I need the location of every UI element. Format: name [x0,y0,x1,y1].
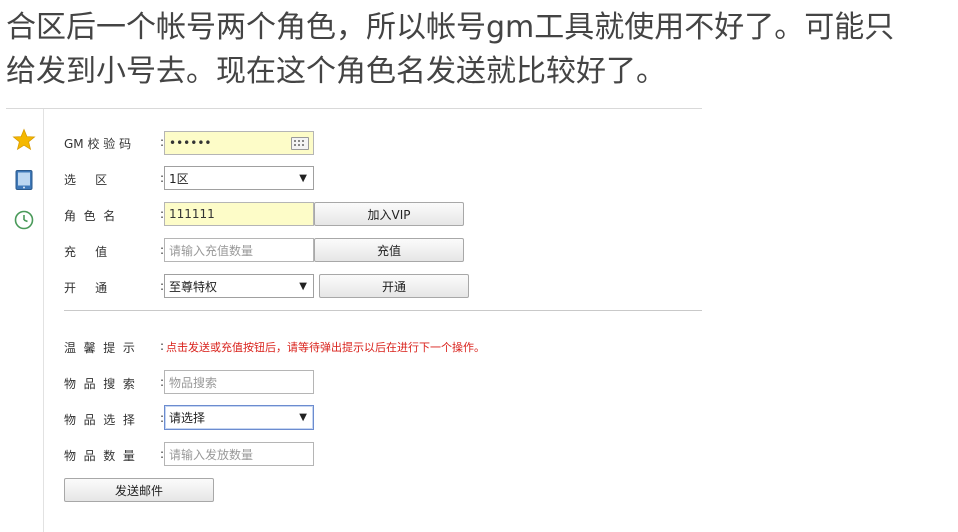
add-vip-button[interactable]: 加入VIP [314,202,464,226]
clock-icon[interactable] [12,208,36,232]
chevron-down-icon: ▼ [299,280,307,292]
open-label: 开 通 [64,281,108,295]
gm-code-input[interactable]: •••••• [164,131,314,155]
zone-selected: 1区 [169,171,189,186]
privilege-selected: 至尊特权 [169,279,218,294]
intro-line-2: 给发到小号去。现在这个角色名发送就比较好了。 [6,54,666,89]
privilege-select[interactable]: 至尊特权 ▼ [164,274,314,298]
item-select-selected: 请选择 [169,411,206,425]
star-icon[interactable] [12,128,36,152]
chevron-down-icon: ▼ [299,412,307,423]
item-quantity-placeholder: 请输入发放数量 [169,447,254,462]
role-label: 角 色 名 [64,209,116,223]
role-name-value: 111111 [169,207,215,221]
role-name-input[interactable]: 111111 [164,202,314,226]
recharge-button[interactable]: 充值 [314,238,464,262]
sidebar-divider [43,109,44,532]
item-quantity-input[interactable]: 请输入发放数量 [164,442,314,466]
section-divider [64,310,702,311]
item-search-label: 物 品 搜 索 [64,377,135,391]
item-search-input[interactable]: 物品搜索 [164,370,314,394]
item-select-label: 物 品 选 择 [64,413,135,427]
keyboard-icon[interactable] [291,137,309,150]
top-divider [6,108,702,109]
item-select[interactable]: 请选择 ▼ [164,405,314,430]
zone-label: 选 区 [64,173,108,187]
tablet-icon[interactable] [12,168,36,192]
send-mail-button[interactable]: 发送邮件 [64,478,214,502]
recharge-placeholder: 请输入充值数量 [169,243,254,258]
recharge-input[interactable]: 请输入充值数量 [164,238,314,262]
item-quantity-label: 物 品 数 量 [64,449,135,463]
item-search-placeholder: 物品搜索 [169,375,218,390]
intro-text: 合区后一个帐号两个角色，所以帐号gm工具就使用不好了。可能只 给发到小号去。现在… [6,6,956,94]
recharge-label: 充 值 [64,245,108,259]
tip-text: 点击发送或充值按钮后，请等待弹出提示以后在进行下一个操作。 [166,341,485,354]
gm-code-label: GM 校 验 码 [64,137,132,151]
colon: : [160,339,165,353]
tip-label: 温 馨 提 示 [64,341,135,355]
intro-line-1: 合区后一个帐号两个角色，所以帐号gm工具就使用不好了。可能只 [6,10,895,45]
chevron-down-icon: ▼ [299,172,307,184]
gm-code-value: •••••• [169,136,212,150]
zone-select[interactable]: 1区 ▼ [164,166,314,190]
open-button[interactable]: 开通 [319,274,469,298]
